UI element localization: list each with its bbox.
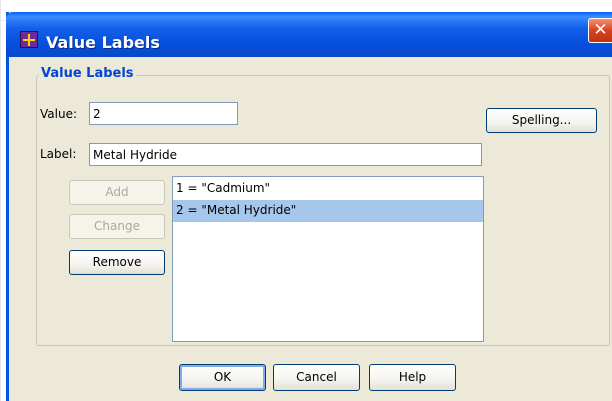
value-field-label: Value: <box>40 107 77 121</box>
grid-line <box>0 0 1 401</box>
list-item-selected[interactable]: 2 = "Metal Hydride" <box>173 200 483 222</box>
remove-button[interactable]: Remove <box>69 250 165 275</box>
spelling-button[interactable]: Spelling... <box>486 108 597 133</box>
value-labels-list[interactable]: 1 = "Cadmium" 2 = "Metal Hydride" <box>172 176 484 342</box>
add-button[interactable]: Add <box>69 180 165 205</box>
cancel-button[interactable]: Cancel <box>273 364 360 391</box>
title-bar[interactable]: Value Labels <box>6 12 612 57</box>
ok-button[interactable]: OK <box>179 364 266 391</box>
close-icon: ✕ <box>593 20 608 40</box>
window-title: Value Labels <box>46 33 160 52</box>
label-input[interactable]: Metal Hydride <box>89 143 482 166</box>
value-labels-app-icon <box>20 31 38 48</box>
change-button[interactable]: Change <box>69 214 165 239</box>
value-input[interactable]: 2 <box>89 102 238 125</box>
close-button[interactable]: ✕ <box>588 18 612 43</box>
group-legend: Value Labels <box>39 66 136 81</box>
label-field-label: Label: <box>40 147 77 161</box>
list-item[interactable]: 1 = "Cadmium" <box>173 178 483 200</box>
help-button[interactable]: Help <box>369 364 456 391</box>
